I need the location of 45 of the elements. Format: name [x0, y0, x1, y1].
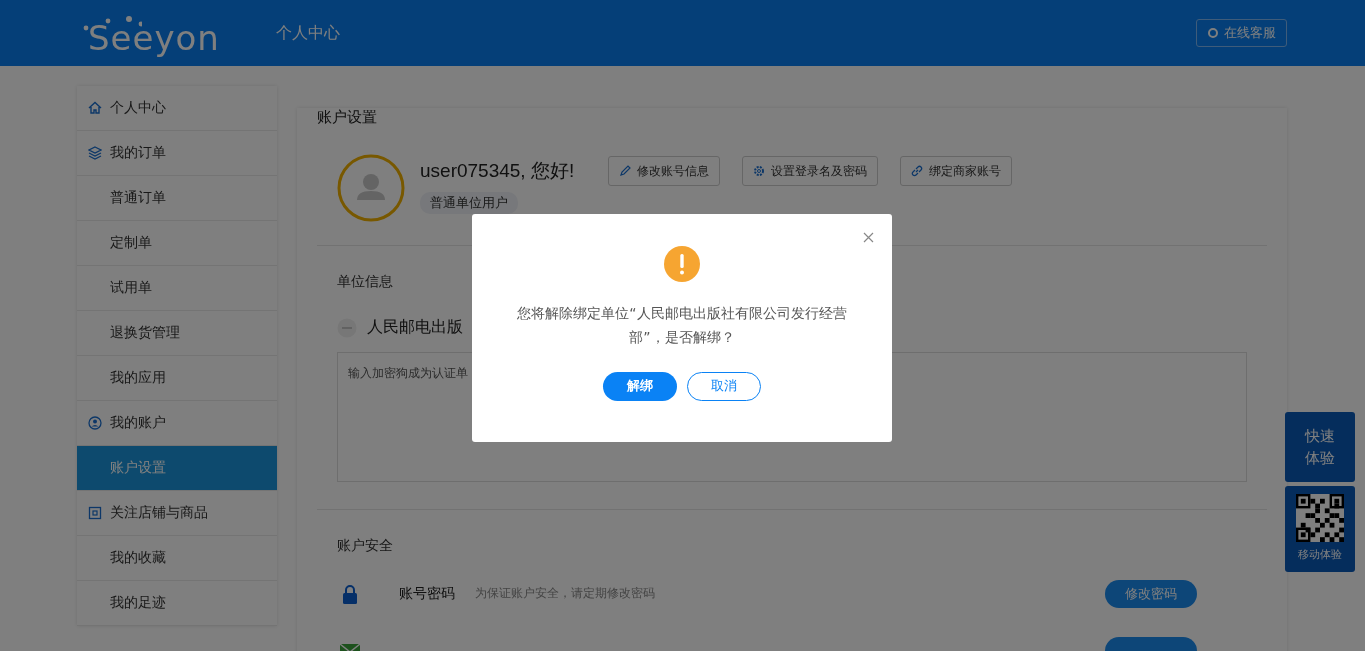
unbind-button[interactable]: 解绑: [603, 372, 677, 401]
section-title: 账户设置: [317, 108, 377, 128]
sidebar-item[interactable]: 定制单: [77, 221, 277, 266]
mobile-experience-card[interactable]: 移动体验: [1285, 486, 1355, 572]
page-title: 个人中心: [276, 22, 340, 44]
gear-icon: [753, 165, 766, 177]
sidebar-item[interactable]: 关注店铺与商品: [77, 491, 277, 536]
account-action-button[interactable]: 绑定商家账号: [900, 156, 1013, 186]
home-icon: [88, 101, 102, 115]
sidebar-item[interactable]: 普通订单: [77, 176, 277, 221]
sidebar-item[interactable]: 我的足迹: [77, 581, 277, 626]
mobile-experience-label: 移动体验: [1298, 547, 1342, 562]
online-service-button[interactable]: 在线客服: [1196, 19, 1287, 47]
sidebar-item[interactable]: 我的收藏: [77, 536, 277, 581]
user-role-tag: 普通单位用户: [420, 192, 518, 214]
sidebar-item[interactable]: 个人中心: [77, 86, 277, 131]
avatar: [337, 154, 405, 222]
company-logo-icon: [337, 317, 357, 338]
qr-code: [1296, 494, 1344, 542]
sidebar-item[interactable]: 我的订单: [77, 131, 277, 176]
sidebar-item[interactable]: 退换货管理: [77, 311, 277, 356]
security-item-label: 账号密码: [399, 584, 456, 603]
quick-experience-button[interactable]: 快速体验: [1285, 412, 1355, 482]
sidebar-item[interactable]: 我的应用: [77, 356, 277, 401]
greeting: user075345, 您好!: [420, 159, 575, 183]
user-circle-icon: [88, 416, 102, 430]
dongle-hint: 输入加密狗成为认证单: [348, 365, 468, 382]
sidebar-item[interactable]: 试用单: [77, 266, 277, 311]
section-title: 账户安全: [337, 537, 393, 555]
warning-icon: [664, 246, 700, 282]
logo[interactable]: Seeyon: [80, 10, 226, 56]
link-icon: [911, 165, 924, 177]
company-name: 人民邮电出版: [367, 317, 463, 338]
account-action-button[interactable]: 设置登录名及密码: [742, 156, 879, 186]
shop-icon: [88, 506, 102, 520]
security-action-button[interactable]: 修改密码: [1105, 579, 1197, 608]
sidebar-item[interactable]: 账户设置: [77, 446, 277, 491]
dialog-message: 您将解除绑定单位“人民邮电出版社有限公司发行经营部”，是否解绑？: [516, 304, 848, 347]
close-icon[interactable]: [863, 232, 874, 243]
pencil-icon: [619, 165, 632, 177]
section-title: 单位信息: [337, 273, 393, 291]
headset-icon: [1207, 27, 1219, 39]
layers-icon: [88, 146, 102, 160]
cancel-button[interactable]: 取消: [687, 372, 761, 401]
account-action-button[interactable]: 修改账号信息: [608, 156, 721, 186]
